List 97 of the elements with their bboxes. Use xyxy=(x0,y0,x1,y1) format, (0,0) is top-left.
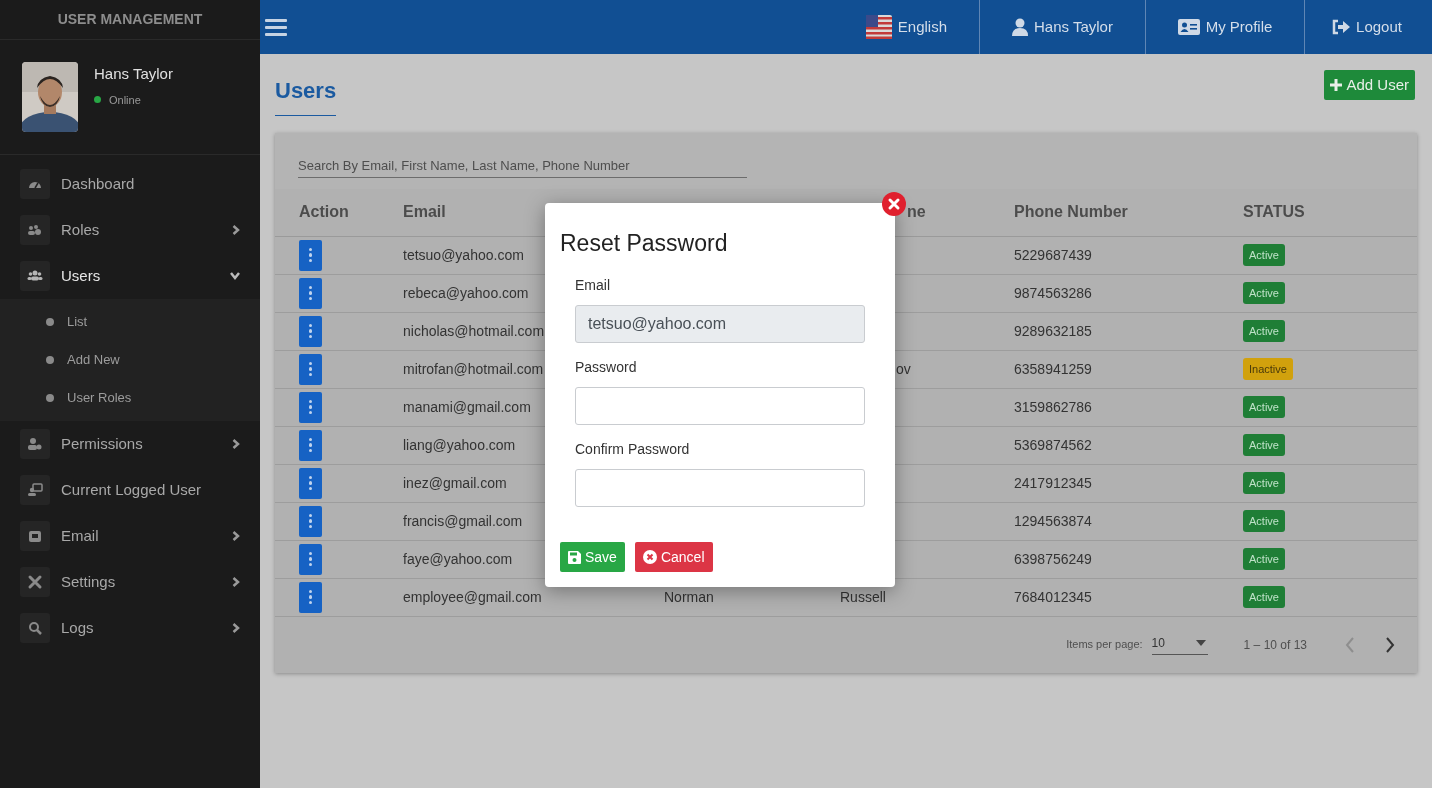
action-menu-button[interactable] xyxy=(299,467,322,499)
dialog-title: Reset Password xyxy=(560,229,729,257)
phone-cell: 6358941259 xyxy=(1014,360,1092,377)
page-range: 1 – 10 of 13 xyxy=(1243,636,1307,654)
email-cell: liang@yahoo.com xyxy=(403,436,516,453)
last-name-cell: Russell xyxy=(840,588,886,605)
input-field[interactable] xyxy=(575,387,865,425)
sidebar-item[interactable]: Settings xyxy=(0,559,260,605)
status-badge: Active xyxy=(1243,547,1285,571)
column-header: ne xyxy=(907,203,926,221)
phone-cell: 6398756249 xyxy=(1014,550,1092,567)
status-text: Online xyxy=(109,92,141,108)
sidebar-item[interactable]: Current Logged User xyxy=(0,467,260,513)
action-menu-button[interactable] xyxy=(299,277,322,309)
dropdown-arrow-icon xyxy=(1195,640,1206,646)
sidebar-item[interactable]: Dashboard xyxy=(0,161,260,207)
user-screen-icon xyxy=(27,482,43,498)
action-menu-button[interactable] xyxy=(299,391,322,423)
status-badge: Active xyxy=(1243,509,1285,533)
input-field[interactable] xyxy=(575,469,865,507)
id-card-icon xyxy=(1177,19,1200,35)
email-cell: francis@gmail.com xyxy=(403,512,523,529)
action-menu-button[interactable] xyxy=(299,239,322,271)
status-badge: Active xyxy=(1243,319,1285,343)
sidebar-item[interactable]: Users xyxy=(0,253,260,299)
top-bar-link[interactable]: Hans Taylor xyxy=(979,0,1145,54)
search-icon xyxy=(27,620,43,636)
sidebar-item[interactable]: Logs xyxy=(0,605,260,651)
field-label: Email xyxy=(575,276,611,295)
sidebar-item[interactable]: Email xyxy=(0,513,260,559)
user-shield-icon xyxy=(27,436,43,452)
field-label: Password xyxy=(575,358,638,377)
cancel-button[interactable]: Cancel xyxy=(634,542,713,572)
action-menu-button[interactable] xyxy=(299,429,322,461)
phone-cell: 5229687439 xyxy=(1014,246,1092,263)
submenu-item[interactable]: User Roles xyxy=(0,379,260,417)
sidebar-item[interactable]: Permissions xyxy=(0,421,260,467)
user-icon xyxy=(1012,18,1029,36)
phone-cell: 3159862786 xyxy=(1014,398,1092,415)
sidebar-title: USER MANAGEMENT xyxy=(57,10,203,29)
action-menu-button[interactable] xyxy=(299,543,322,575)
save-button[interactable]: Save xyxy=(560,542,625,572)
close-icon[interactable] xyxy=(882,192,906,216)
page-title: Users xyxy=(275,74,337,116)
status-badge: Active xyxy=(1243,281,1285,305)
phone-cell: 7684012345 xyxy=(1014,588,1092,605)
search-field[interactable]: Search By Email, First Name, Last Name, Phone Number xyxy=(298,155,747,179)
email-cell: employee@gmail.com xyxy=(403,588,542,605)
last-name-cell: ov xyxy=(896,360,911,377)
email-cell: inez@gmail.com xyxy=(403,474,507,491)
users-icon xyxy=(27,268,43,284)
next-page-icon[interactable] xyxy=(1385,636,1395,653)
submenu-item[interactable]: Add New xyxy=(0,341,260,379)
profile-name: Hans Taylor xyxy=(94,64,173,84)
page-size-select[interactable]: 10 xyxy=(1151,634,1208,655)
top-bar-link[interactable]: English xyxy=(836,0,979,54)
email-cell: tetsuo@yahoo.com xyxy=(403,246,524,263)
status-badge: Active xyxy=(1243,585,1285,609)
top-bar-link[interactable]: Logout xyxy=(1304,0,1432,54)
phone-cell: 9289632185 xyxy=(1014,322,1092,339)
plus-icon xyxy=(1330,79,1343,91)
action-menu-button[interactable] xyxy=(299,581,322,613)
action-menu-button[interactable] xyxy=(299,315,322,347)
column-header: Phone Number xyxy=(1014,203,1128,221)
group-icon xyxy=(27,222,43,238)
email-cell: nicholas@hotmail.com xyxy=(403,322,545,339)
status-badge: Active xyxy=(1243,395,1285,419)
email-cell: faye@yahoo.com xyxy=(403,550,513,567)
phone-cell: 9874563286 xyxy=(1014,284,1092,301)
menu-icon[interactable] xyxy=(265,18,287,36)
column-header: Email xyxy=(403,203,446,221)
phone-cell: 5369874562 xyxy=(1014,436,1092,453)
action-menu-button[interactable] xyxy=(299,353,322,385)
column-header: Action xyxy=(299,203,349,221)
phone-cell: 1294563874 xyxy=(1014,512,1092,529)
action-menu-button[interactable] xyxy=(299,505,322,537)
items-per-page-label: Items per page: xyxy=(1066,637,1143,653)
sidebar-item[interactable]: Roles xyxy=(0,207,260,253)
column-header: STATUS xyxy=(1243,203,1305,221)
add-user-button[interactable]: Add User xyxy=(1324,70,1415,100)
top-bar-link[interactable]: My Profile xyxy=(1145,0,1304,54)
status-badge: Active xyxy=(1243,243,1285,267)
status-badge: Active xyxy=(1243,471,1285,495)
first-name-cell: Norman xyxy=(664,588,714,605)
status-badge: Inactive xyxy=(1243,357,1293,381)
field-label: Confirm Password xyxy=(575,440,691,459)
flag-icon xyxy=(865,15,892,39)
sign-out-icon xyxy=(1332,19,1351,35)
email-cell: mitrofan@hotmail.com xyxy=(403,360,544,377)
cancel-icon xyxy=(642,550,657,564)
envelope-icon xyxy=(27,528,43,544)
tools-icon xyxy=(27,574,43,590)
phone-cell: 2417912345 xyxy=(1014,474,1092,491)
status-badge: Active xyxy=(1243,433,1285,457)
email-cell: manami@gmail.com xyxy=(403,398,531,415)
submenu-item[interactable]: List xyxy=(0,303,260,341)
email-cell: rebeca@yahoo.com xyxy=(403,284,529,301)
